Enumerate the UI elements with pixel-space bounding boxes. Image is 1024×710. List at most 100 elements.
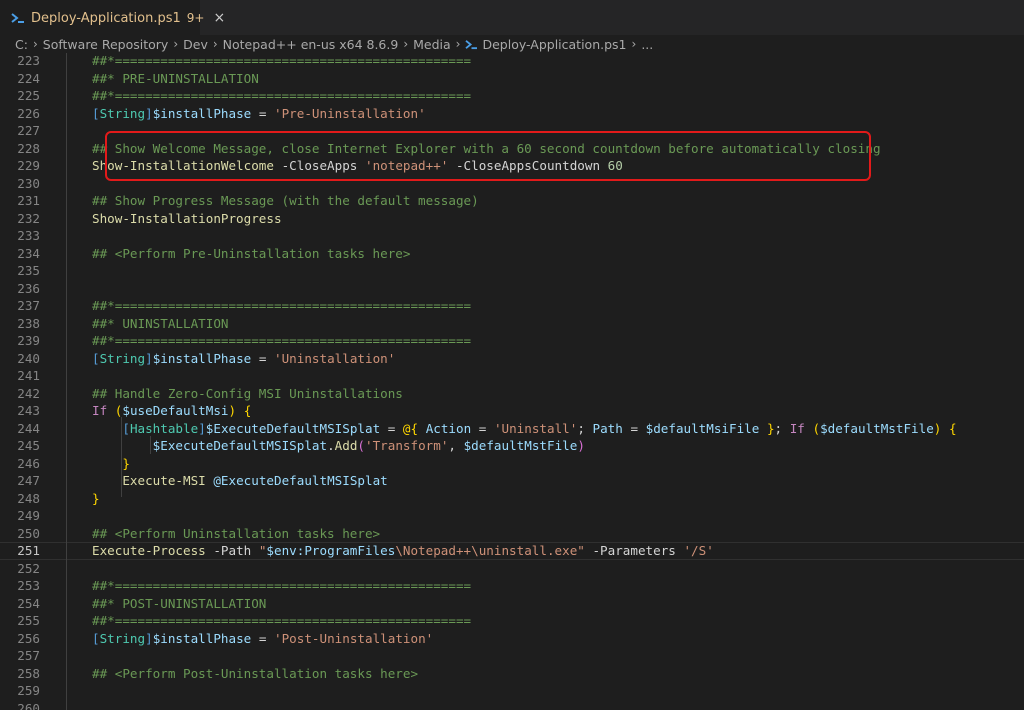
line-number: 256: [17, 630, 40, 646]
tab-bar: Deploy-Application.ps1 9+ ×: [0, 0, 1024, 35]
code-line[interactable]: 237 ##*==================================…: [0, 297, 1024, 315]
code-token: $ExecuteDefaultMSISplat: [152, 438, 328, 453]
code-token: ##*=====================================…: [92, 88, 472, 103]
code-line[interactable]: 253 ##*==================================…: [0, 577, 1024, 595]
code-token: =: [251, 350, 275, 366]
code-line[interactable]: 228 ## Show Welcome Message, close Intern…: [0, 140, 1024, 158]
code-line[interactable]: 256 [String]$installPhase = 'Post-Uninsta…: [0, 630, 1024, 648]
line-number: 247: [17, 473, 40, 488]
code-token: Action: [425, 420, 472, 436]
code-token: If: [92, 403, 108, 418]
code-token: $defaultMstFile: [820, 420, 934, 436]
code-line[interactable]: 249: [0, 507, 1024, 525]
code-text: ## Show Welcome Message, close Internet …: [92, 140, 881, 158]
code-token: Show-InstallationProgress: [92, 210, 282, 226]
code-line[interactable]: 238 ##* UNINSTALLATION: [0, 315, 1024, 333]
code-token: -Path: [205, 543, 259, 558]
code-text: ## Handle Zero-Config MSI Uninstallation…: [92, 385, 403, 403]
code-line[interactable]: 259: [0, 682, 1024, 700]
indent-guide: [150, 436, 151, 454]
line-number: 248: [17, 490, 40, 506]
problems-badge: 9+: [186, 11, 205, 25]
code-line[interactable]: 233: [0, 227, 1024, 245]
breadcrumb-item[interactable]: Deploy-Application.ps1: [482, 37, 626, 52]
indent-guide: [121, 417, 122, 497]
code-line[interactable]: 245 $ExecuteDefaultMSISplat.Add('Transfo…: [0, 437, 1024, 455]
code-token: ]: [145, 105, 153, 121]
breadcrumb-item[interactable]: ...: [641, 37, 653, 52]
code-token: 'Transform': [365, 438, 449, 453]
breadcrumb-item[interactable]: Software Repository: [43, 37, 169, 52]
code-line[interactable]: 257: [0, 647, 1024, 665]
code-text: ##* POST-UNINSTALLATION: [92, 595, 266, 613]
code-token: \Notepad++\uninstall.exe": [395, 543, 585, 558]
code-text: ##* UNINSTALLATION: [92, 315, 228, 333]
code-token: ]: [145, 350, 153, 366]
code-line[interactable]: 224 ##* PRE-UNINSTALLATION: [0, 70, 1024, 88]
code-line[interactable]: 250 ## <Perform Uninstallation tasks here…: [0, 525, 1024, 543]
code-token: ##*=====================================…: [92, 578, 472, 593]
code-line[interactable]: 246 }: [0, 455, 1024, 473]
tab-deploy-application[interactable]: Deploy-Application.ps1 9+ ×: [0, 0, 225, 35]
code-line[interactable]: 258 ## <Perform Post-Uninstallation tasks…: [0, 665, 1024, 683]
code-text: Execute-Process -Path "$env:ProgramFiles…: [92, 543, 714, 559]
code-line[interactable]: 241: [0, 367, 1024, 385]
code-line[interactable]: 230: [0, 175, 1024, 193]
code-line[interactable]: 243 If ($useDefaultMsi) {: [0, 402, 1024, 420]
code-token: Execute-Process: [92, 543, 206, 558]
code-line[interactable]: 248}: [0, 490, 1024, 508]
code-text: [String]$installPhase = 'Pre-Uninstallat…: [92, 105, 426, 123]
code-line[interactable]: 247 Execute-MSI @ExecuteDefaultMSISplat: [0, 472, 1024, 490]
code-text: Show-InstallationProgress: [92, 210, 282, 228]
breadcrumb-item[interactable]: Media: [413, 37, 451, 52]
line-number: 246: [17, 455, 40, 471]
code-token: $env:ProgramFiles: [266, 543, 396, 558]
code-line[interactable]: 244 [Hashtable]$ExecuteDefaultMSISplat =…: [0, 420, 1024, 438]
code-line[interactable]: 235: [0, 262, 1024, 280]
code-line[interactable]: 232 Show-InstallationProgress: [0, 210, 1024, 228]
code-line[interactable]: 229 Show-InstallationWelcome -CloseApps '…: [0, 157, 1024, 175]
code-line[interactable]: 231 ## Show Progress Message (with the de…: [0, 192, 1024, 210]
code-line[interactable]: 225 ##*==================================…: [0, 87, 1024, 105]
code-line[interactable]: 252: [0, 560, 1024, 578]
code-line[interactable]: 240 [String]$installPhase = 'Uninstallati…: [0, 350, 1024, 368]
code-line[interactable]: 251 Execute-Process -Path "$env:ProgramFi…: [0, 542, 1024, 560]
code-line[interactable]: 242 ## Handle Zero-Config MSI Uninstallat…: [0, 385, 1024, 403]
indent-guide: [66, 53, 67, 710]
code-line[interactable]: 236: [0, 280, 1024, 298]
code-line[interactable]: 260: [0, 700, 1024, 710]
code-token: ): [228, 403, 237, 418]
code-line[interactable]: 223 ##*==================================…: [0, 53, 1024, 70]
chevron-right-icon: ›: [403, 37, 409, 51]
line-number: 240: [17, 350, 40, 366]
close-icon[interactable]: ×: [213, 11, 225, 25]
code-token: =: [251, 105, 275, 121]
code-line[interactable]: 234 ## <Perform Pre-Uninstallation tasks …: [0, 245, 1024, 263]
code-editor[interactable]: 223 ##*==================================…: [0, 53, 1024, 710]
code-line[interactable]: 254 ##* POST-UNINSTALLATION: [0, 595, 1024, 613]
code-line[interactable]: 255 ##*==================================…: [0, 612, 1024, 630]
code-text: [String]$installPhase = 'Uninstallation': [92, 350, 395, 368]
code-token: Hashtable: [129, 420, 199, 436]
code-text: Execute-MSI @ExecuteDefaultMSISplat: [92, 472, 387, 490]
code-token: $installPhase: [152, 350, 252, 366]
breadcrumb-item[interactable]: C:: [15, 37, 28, 52]
code-text: ##*=====================================…: [92, 577, 471, 595]
code-token: String: [99, 630, 146, 646]
code-token: 'Uninstall': [493, 420, 578, 436]
code-token: ## Show Progress Message (with the defau…: [92, 193, 479, 208]
code-line[interactable]: 227: [0, 122, 1024, 140]
code-text: ##*=====================================…: [92, 612, 471, 630]
code-token: ## <Perform Pre-Uninstallation tasks her…: [92, 245, 411, 261]
line-number: 253: [17, 578, 40, 593]
code-line[interactable]: 239 ##*==================================…: [0, 332, 1024, 350]
code-line[interactable]: 226 [String]$installPhase = 'Pre-Uninstal…: [0, 105, 1024, 123]
code-text: ## <Perform Pre-Uninstallation tasks her…: [92, 245, 410, 263]
code-token: Execute-MSI: [122, 473, 206, 488]
line-number: 257: [17, 648, 40, 663]
breadcrumb-item[interactable]: Dev: [183, 37, 208, 52]
code-token: =: [471, 420, 494, 436]
code-text: ## <Perform Post-Uninstallation tasks he…: [92, 665, 418, 683]
breadcrumb-item[interactable]: Notepad++ en-us x64 8.6.9: [223, 37, 399, 52]
